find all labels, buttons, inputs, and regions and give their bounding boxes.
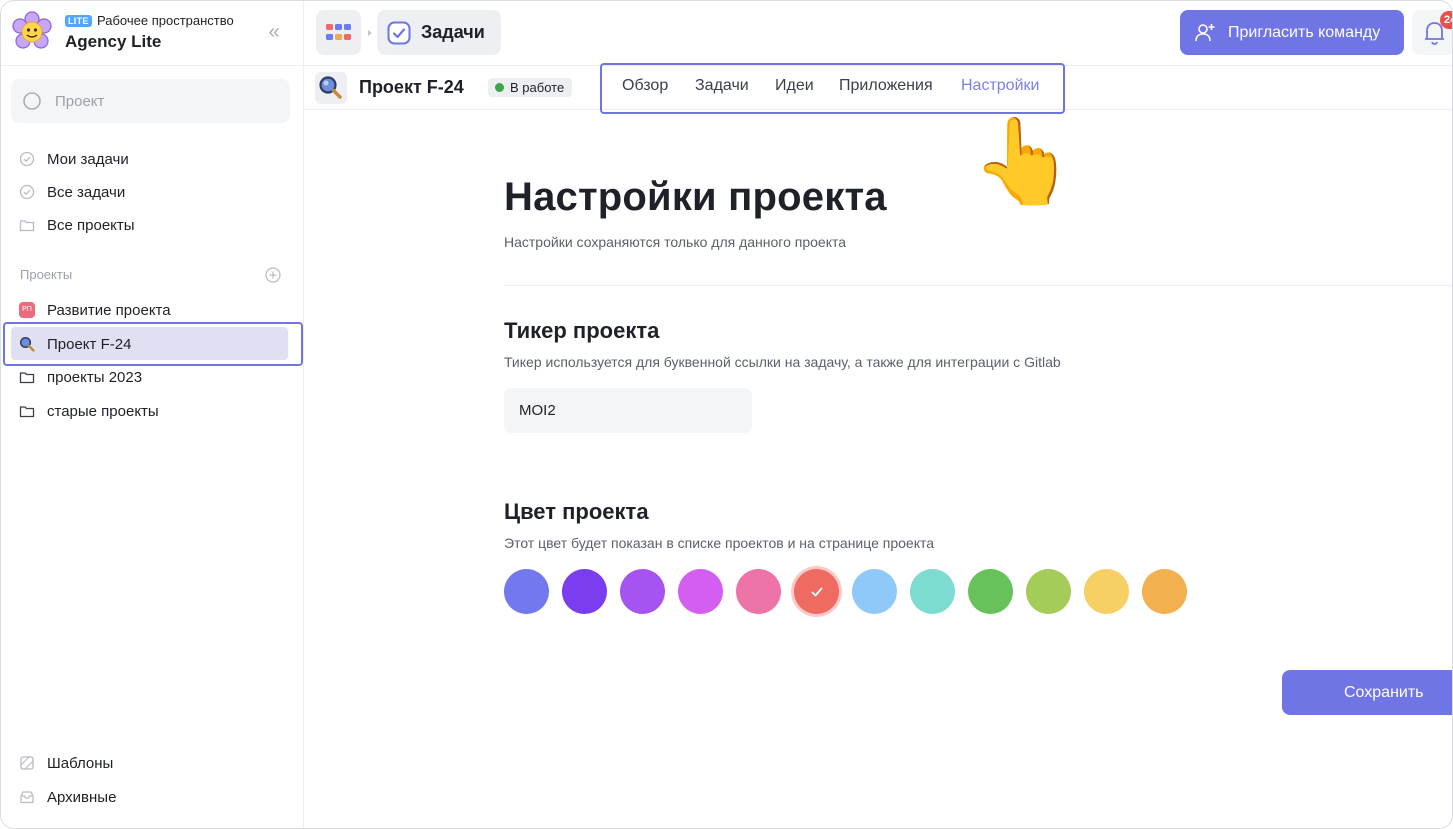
sidebar-item-label: Развитие проекта bbox=[47, 301, 171, 319]
page-subtitle: Настройки сохраняются только для данного… bbox=[504, 234, 847, 250]
projects-section-title: Проекты bbox=[20, 267, 73, 282]
sidebar-item-all-tasks[interactable]: Все задачи bbox=[19, 179, 125, 205]
tab-tasks[interactable]: Задачи bbox=[695, 77, 749, 95]
template-icon bbox=[19, 755, 35, 771]
project-avatar: РП bbox=[19, 302, 35, 318]
project-header: Проект F-24 В работе Обзор Задачи Идеи П… bbox=[304, 63, 1452, 114]
project-icon bbox=[315, 72, 347, 104]
search-box[interactable] bbox=[11, 79, 290, 123]
color-swatch[interactable] bbox=[910, 569, 955, 614]
project-avatar-text: РП bbox=[19, 302, 35, 318]
check-icon bbox=[794, 569, 839, 614]
sidebar-item-my-tasks[interactable]: Мои задачи bbox=[19, 146, 129, 172]
collapse-sidebar-icon[interactable]: « bbox=[263, 21, 285, 43]
ticker-input[interactable] bbox=[504, 388, 752, 433]
sidebar-item-label: Все задачи bbox=[47, 183, 126, 201]
folder-icon bbox=[19, 403, 35, 419]
sidebar: LITE Рабочее пространство Agency Lite « … bbox=[1, 1, 304, 828]
workspace-name: Agency Lite bbox=[65, 32, 162, 51]
invite-team-button[interactable]: Пригласить команду bbox=[1180, 10, 1404, 55]
sidebar-item-templates[interactable]: Шаблоны bbox=[19, 750, 113, 776]
tab-apps[interactable]: Приложения bbox=[839, 77, 933, 95]
tasks-check-icon bbox=[387, 21, 411, 44]
apps-button[interactable] bbox=[316, 10, 361, 55]
sidebar-item-label: Шаблоны bbox=[47, 754, 114, 772]
color-swatch[interactable] bbox=[678, 569, 723, 614]
tasks-module-label: Задачи bbox=[421, 22, 485, 42]
color-swatch[interactable] bbox=[852, 569, 897, 614]
folder-icon bbox=[19, 217, 35, 233]
lite-badge: LITE bbox=[65, 15, 92, 27]
check-circle-icon bbox=[19, 151, 35, 167]
magnifier-project-icon bbox=[319, 76, 342, 99]
color-swatch[interactable] bbox=[794, 569, 839, 614]
color-swatch[interactable] bbox=[736, 569, 781, 614]
sidebar-item-archived[interactable]: Архивные bbox=[19, 784, 116, 810]
tab-settings[interactable]: Настройки bbox=[961, 77, 1039, 95]
sidebar-item-label: старые проекты bbox=[47, 402, 159, 420]
ticker-section-title: Тикер проекта bbox=[504, 318, 660, 343]
check-circle-icon bbox=[19, 184, 35, 200]
color-swatch[interactable] bbox=[968, 569, 1013, 614]
tasks-module-tab[interactable]: Задачи bbox=[377, 10, 501, 55]
sidebar-item-label: Проект F-24 bbox=[47, 335, 132, 353]
divider bbox=[504, 285, 1452, 286]
sidebar-item-label: проекты 2023 bbox=[47, 368, 143, 386]
status-label: В работе bbox=[510, 80, 565, 95]
invite-team-label: Пригласить команду bbox=[1228, 23, 1381, 41]
sidebar-item-label: Архивные bbox=[47, 788, 117, 806]
save-button[interactable]: Сохранить bbox=[1282, 670, 1452, 715]
archive-icon bbox=[19, 789, 35, 805]
breadcrumb-arrow-icon bbox=[368, 30, 372, 36]
add-user-icon bbox=[1195, 23, 1215, 41]
color-swatch[interactable] bbox=[1026, 569, 1071, 614]
apps-grid-icon bbox=[326, 24, 351, 40]
sidebar-folder-old-projects[interactable]: старые проекты bbox=[19, 398, 159, 424]
status-dot bbox=[495, 83, 504, 92]
sidebar-project-f24[interactable]: Проект F-24 bbox=[19, 331, 131, 357]
search-icon bbox=[23, 92, 41, 110]
app-window: LITE Рабочее пространство Agency Lite « … bbox=[0, 0, 1453, 829]
color-swatch[interactable] bbox=[504, 569, 549, 614]
top-bar: Задачи Пригласить команду 24 bbox=[304, 1, 1452, 66]
color-description: Этот цвет будет показан в списке проекто… bbox=[504, 535, 935, 551]
sidebar-project-development[interactable]: РП Развитие проекта bbox=[19, 297, 171, 323]
status-badge[interactable]: В работе bbox=[488, 78, 573, 97]
color-swatch[interactable] bbox=[620, 569, 665, 614]
color-section-title: Цвет проекта bbox=[504, 499, 649, 524]
folder-icon bbox=[19, 369, 35, 385]
pointing-hand-icon: 👆 bbox=[971, 114, 1076, 208]
workspace-logo-icon bbox=[12, 11, 52, 49]
notifications-count-badge: 24 bbox=[1440, 11, 1452, 29]
color-swatch[interactable] bbox=[562, 569, 607, 614]
workspace-header[interactable]: LITE Рабочее пространство Agency Lite « bbox=[1, 1, 303, 66]
color-swatch[interactable] bbox=[1084, 569, 1129, 614]
ticker-description: Тикер используется для буквенной ссылки … bbox=[504, 354, 1061, 370]
tab-overview[interactable]: Обзор bbox=[622, 77, 668, 95]
sidebar-item-label: Все проекты bbox=[47, 216, 135, 234]
sidebar-item-all-projects[interactable]: Все проекты bbox=[19, 212, 135, 238]
magnifier-project-icon bbox=[19, 336, 35, 352]
tab-ideas[interactable]: Идеи bbox=[775, 77, 814, 95]
project-title: Проект F-24 bbox=[359, 77, 464, 97]
add-project-icon[interactable] bbox=[265, 267, 281, 283]
sidebar-folder-projects-2023[interactable]: проекты 2023 bbox=[19, 364, 142, 390]
page-title: Настройки проекта bbox=[504, 175, 887, 219]
sidebar-item-label: Мои задачи bbox=[47, 150, 129, 168]
color-swatch[interactable] bbox=[1142, 569, 1187, 614]
workspace-caption: Рабочее пространство bbox=[97, 13, 234, 28]
search-input[interactable] bbox=[55, 79, 275, 123]
